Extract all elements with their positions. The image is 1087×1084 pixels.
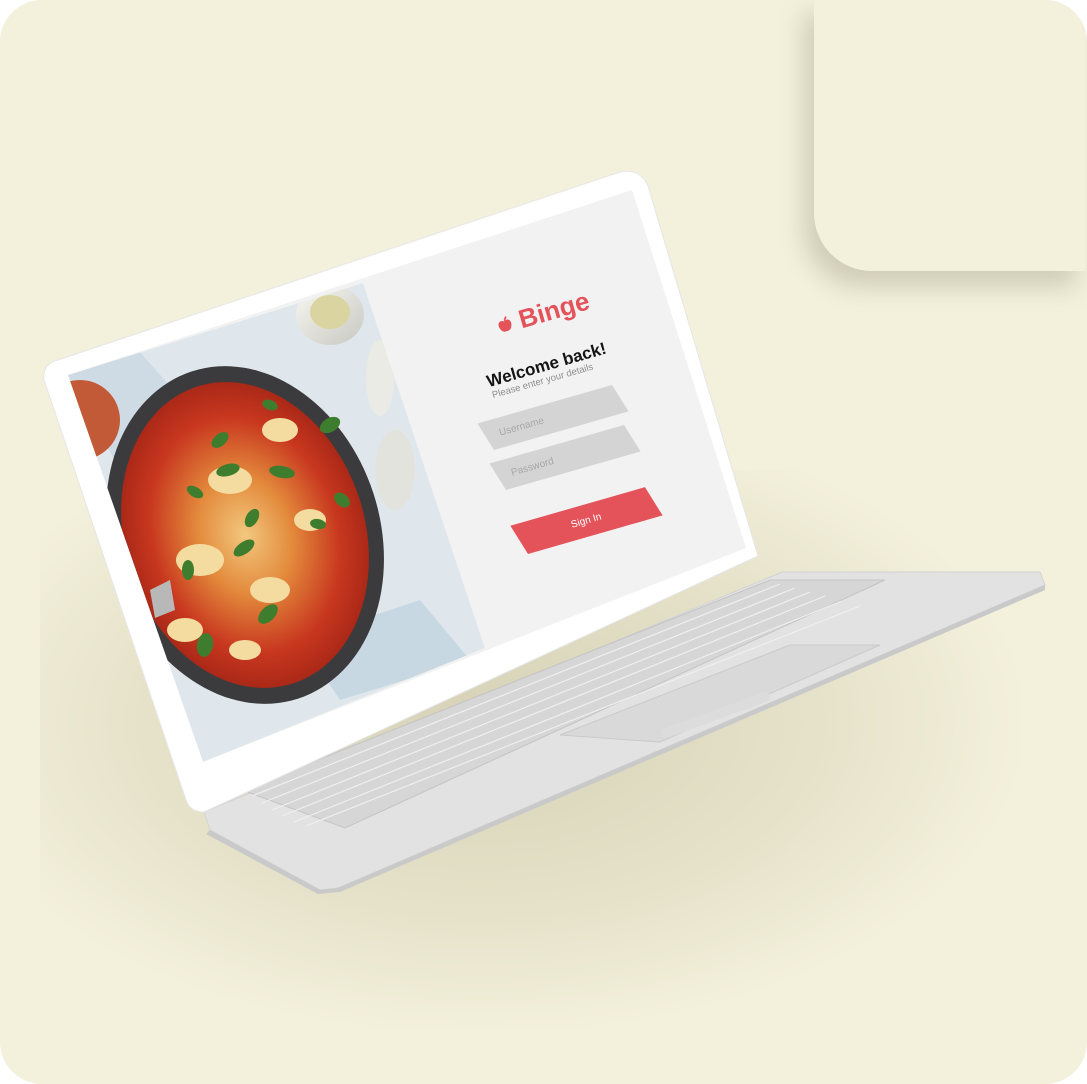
password-placeholder: Password [509, 455, 555, 479]
apple-icon [498, 315, 512, 332]
background-card: Binge Welcome back! Please enter your de… [0, 0, 1087, 1084]
username-placeholder: Username [497, 414, 546, 439]
sign-in-label: Sign In [569, 511, 603, 531]
